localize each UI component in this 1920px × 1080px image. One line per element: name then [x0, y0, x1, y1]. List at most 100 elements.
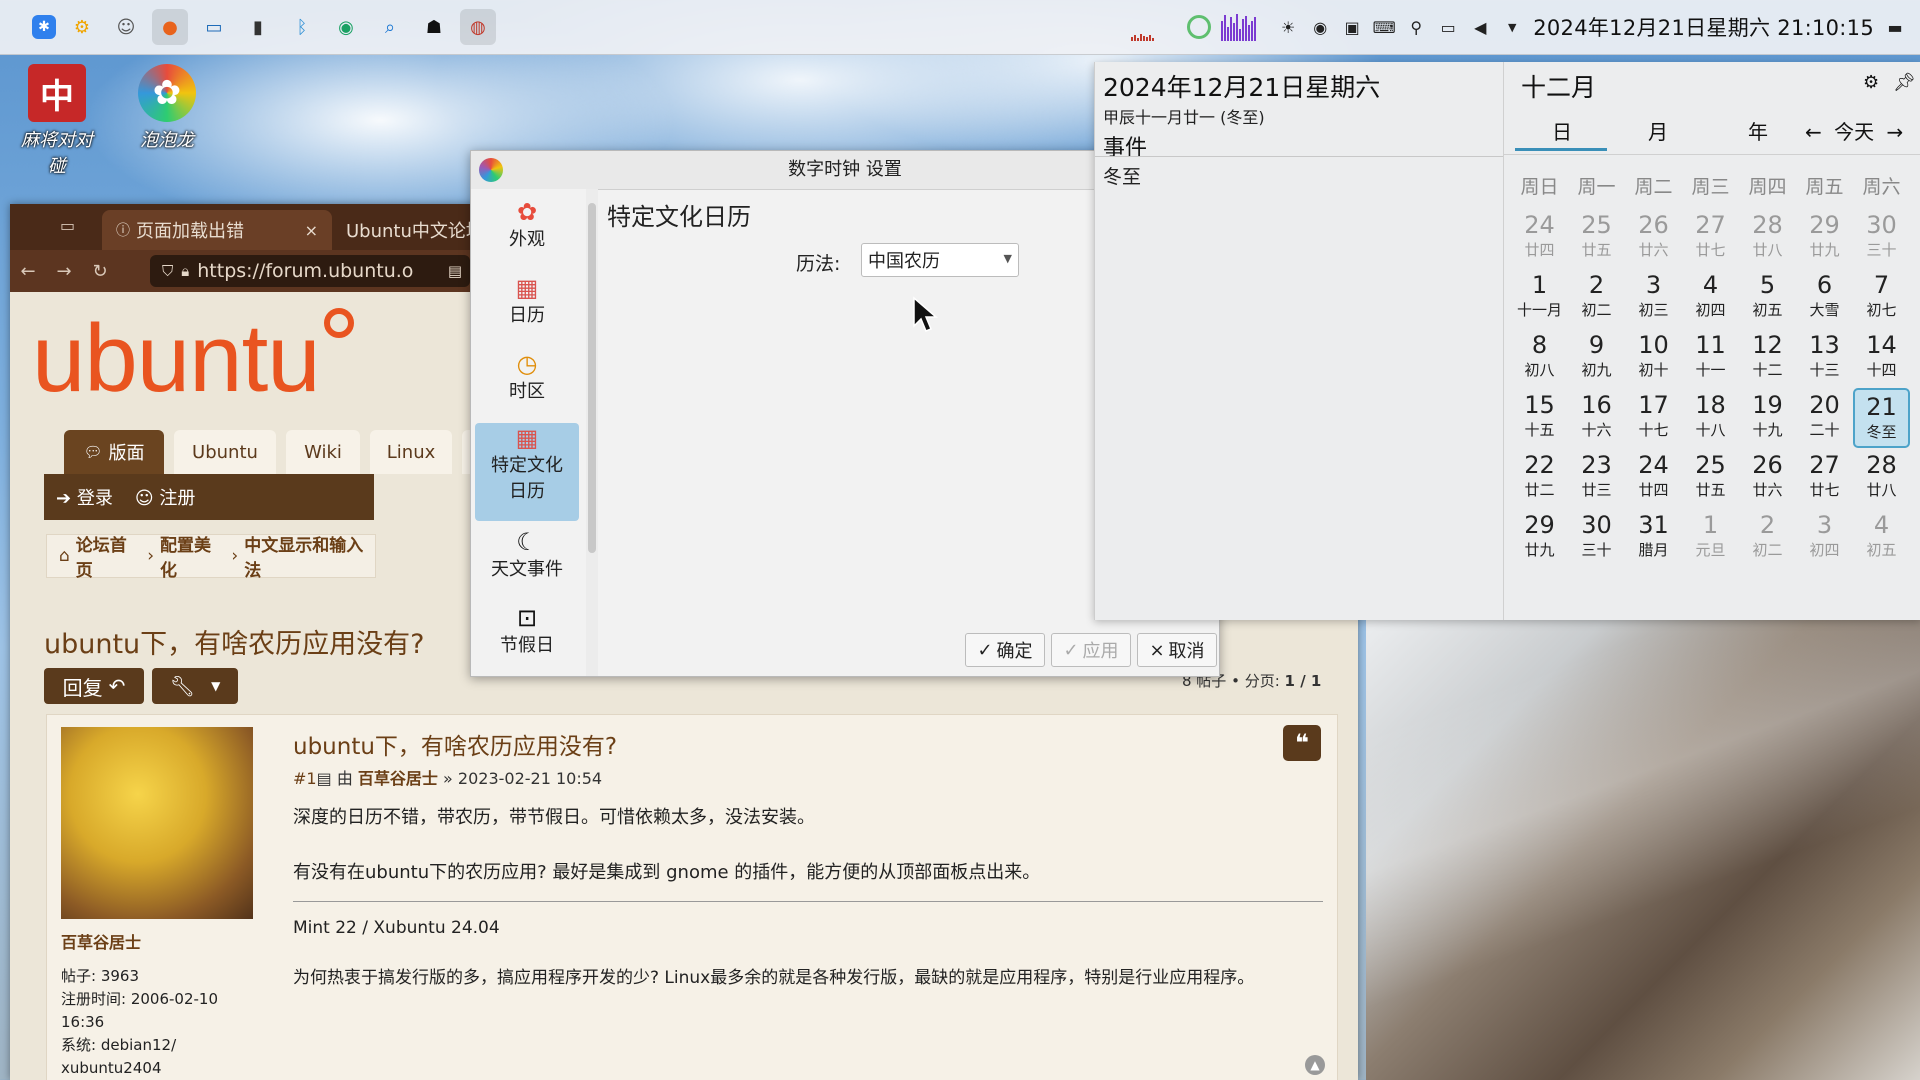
pin-icon[interactable]: 📌︎	[1893, 72, 1916, 93]
calendar-day[interactable]: 30 三十	[1853, 208, 1910, 268]
calendar-day[interactable]: 13 十三	[1796, 328, 1853, 388]
login-link[interactable]: ➔ 登录	[56, 484, 113, 510]
calendar-day[interactable]: 28 廿八	[1853, 448, 1910, 508]
desktop-icon-mahjong[interactable]: 中 麻将对对碰	[2, 64, 112, 180]
weather-icon[interactable]: ☀	[1277, 16, 1299, 38]
calendar-day[interactable]: 29 廿九	[1796, 208, 1853, 268]
view-month-tab[interactable]: 月	[1613, 116, 1703, 145]
calendar-day[interactable]: 12 十二	[1739, 328, 1796, 388]
calendar-day[interactable]: 31 腊月	[1625, 508, 1682, 568]
calendar-day[interactable]: 24 廿四	[1511, 208, 1568, 268]
sidebar-item-appearance[interactable]: ✿ 外观	[475, 197, 579, 253]
calendar-day[interactable]: 16 十六	[1568, 388, 1625, 448]
calendar-day[interactable]: 30 三十	[1568, 508, 1625, 568]
network-graph[interactable]	[1221, 13, 1267, 41]
search-icon[interactable]: ⌕	[372, 9, 408, 45]
browser-icon[interactable]: ◉	[328, 9, 364, 45]
monitor-ring-icon[interactable]	[1187, 15, 1212, 39]
file-manager-icon[interactable]: ▭	[196, 9, 232, 45]
dropdown-icon[interactable]: ▼	[1501, 16, 1523, 38]
view-year-tab[interactable]: 年	[1713, 116, 1803, 145]
register-link[interactable]: ☺ 注册	[135, 484, 196, 510]
location-icon[interactable]: ⚲	[1405, 16, 1427, 38]
sidebar-item-astronomy[interactable]: ☾ 天文事件	[475, 527, 579, 583]
calendar-day[interactable]: 1 元旦	[1682, 508, 1739, 568]
calendar-day[interactable]: 3 初四	[1796, 508, 1853, 568]
forward-icon[interactable]: →	[46, 261, 82, 282]
clock-app-icon[interactable]: ◍	[460, 9, 496, 45]
breadcrumb-home[interactable]: 论坛首页	[76, 531, 141, 581]
calendar-day[interactable]: 27 廿七	[1796, 448, 1853, 508]
volume-icon[interactable]: ◀	[1469, 16, 1491, 38]
display-icon[interactable]: ▭	[1437, 16, 1459, 38]
calendar-day[interactable]: 25 廿五	[1682, 448, 1739, 508]
calendar-day[interactable]: 19 十九	[1739, 388, 1796, 448]
xfce-menu-icon[interactable]: ✱	[32, 15, 56, 39]
url-bar[interactable]: ⛉ 🔒︎ https://forum.ubuntu.o ▤	[150, 255, 470, 287]
calendar-day[interactable]: 4 初五	[1853, 508, 1910, 568]
calendar-day[interactable]: 26 廿六	[1625, 208, 1682, 268]
calendar-day[interactable]: 2 初二	[1568, 268, 1625, 328]
calendar-day[interactable]: 22 廿二	[1511, 448, 1568, 508]
apply-button[interactable]: ✓ 应用	[1051, 633, 1131, 667]
clipboard-icon[interactable]: ▣	[1341, 16, 1363, 38]
calendar-day[interactable]: 7 初七	[1853, 268, 1910, 328]
sidebar-item-holidays[interactable]: ⊡ 节假日	[475, 603, 579, 659]
tab-error[interactable]: ⓘ 页面加载出错 ×	[102, 210, 332, 250]
calendar-day[interactable]: 23 廿三	[1568, 448, 1625, 508]
reply-button[interactable]: 回复 ↶	[44, 668, 144, 704]
calendar-day[interactable]: 5 初五	[1739, 268, 1796, 328]
user-avatar[interactable]	[61, 727, 253, 919]
settings-icon[interactable]: ⚙	[64, 9, 100, 45]
bluetooth-icon[interactable]: ᛒ	[284, 9, 320, 45]
calendar-day[interactable]: 20 二十	[1796, 388, 1853, 448]
previous-icon[interactable]: ←	[1805, 120, 1822, 144]
post-number[interactable]: #1	[293, 769, 317, 788]
breadcrumb-forum[interactable]: 中文显示和输入法	[244, 531, 375, 581]
forum-nav-linux[interactable]: Linux	[370, 430, 452, 474]
calendar-day[interactable]: 1 十一月	[1511, 268, 1568, 328]
post-author-name[interactable]: 百草谷居士	[61, 929, 141, 953]
topic-title[interactable]: ubuntu下，有啥农历应用没有?	[44, 622, 425, 661]
sidebar-item-timezone[interactable]: ◷ 时区	[475, 349, 579, 405]
calendar-system-select[interactable]: 中国农历 ▼	[861, 243, 1019, 277]
ok-button[interactable]: ✓ 确定	[965, 633, 1045, 667]
calendar-day-today[interactable]: 21 冬至	[1853, 388, 1910, 448]
reader-icon[interactable]: ▤	[448, 262, 462, 280]
calendar-day[interactable]: 11 十一	[1682, 328, 1739, 388]
gear-icon[interactable]: ⚙	[1863, 72, 1879, 93]
record-icon[interactable]: ◉	[1309, 16, 1331, 38]
qq-icon[interactable]: ☗	[416, 9, 452, 45]
reload-icon[interactable]: ↻	[82, 261, 118, 282]
calendar-day[interactable]: 18 十八	[1682, 388, 1739, 448]
notification-icon[interactable]: ▬	[1884, 16, 1906, 38]
calendar-day[interactable]: 26 廿六	[1739, 448, 1796, 508]
cpu-graph[interactable]	[1131, 13, 1177, 41]
view-day-tab[interactable]: 日	[1517, 116, 1607, 145]
calendar-day[interactable]: 6 大雪	[1796, 268, 1853, 328]
forum-nav-ubuntu[interactable]: Ubuntu	[174, 430, 276, 474]
calendar-day[interactable]: 25 廿五	[1568, 208, 1625, 268]
post-title[interactable]: ubuntu下，有啥农历应用没有?	[293, 727, 617, 761]
calendar-day[interactable]: 2 初二	[1739, 508, 1796, 568]
breadcrumb-category[interactable]: 配置美化	[160, 531, 225, 581]
next-icon[interactable]: →	[1886, 120, 1903, 144]
sidebar-item-culture-calendar[interactable]: ▦ 特定文化 日历	[475, 423, 579, 521]
desktop-icon-bubble[interactable]: ✿ 泡泡龙	[112, 64, 222, 154]
quote-button[interactable]: ❝	[1283, 725, 1321, 761]
cancel-button[interactable]: × 取消	[1137, 633, 1217, 667]
back-icon[interactable]: ←	[10, 261, 46, 282]
calendar-day[interactable]: 14 十四	[1853, 328, 1910, 388]
calendar-day[interactable]: 8 初八	[1511, 328, 1568, 388]
calendar-day[interactable]: 10 初十	[1625, 328, 1682, 388]
ubuntu-logo[interactable]: ubuntu	[32, 304, 321, 414]
tools-button[interactable]: 🔧︎ ▼	[152, 668, 238, 704]
calendar-day[interactable]: 4 初四	[1682, 268, 1739, 328]
today-button[interactable]: 今天	[1834, 120, 1874, 144]
close-icon[interactable]: ×	[305, 221, 318, 240]
sidebar-item-calendar[interactable]: ▦ 日历	[475, 273, 579, 329]
panel-clock[interactable]: 2024年12月21日星期六 21:10:15	[1533, 12, 1874, 42]
calendar-day[interactable]: 9 初九	[1568, 328, 1625, 388]
post-author-link[interactable]: 百草谷居士	[358, 769, 438, 788]
terminal-icon[interactable]: ▮	[240, 9, 276, 45]
